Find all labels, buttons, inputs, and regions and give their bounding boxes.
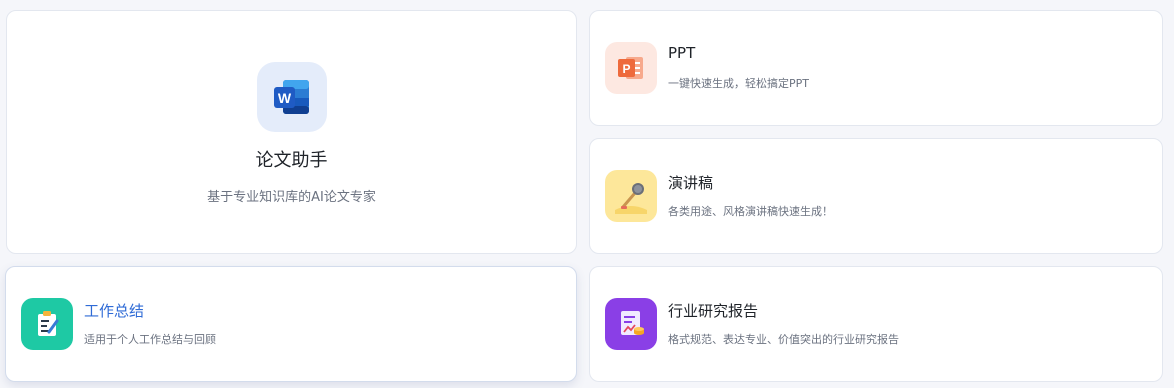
svg-text:W: W bbox=[278, 90, 292, 106]
microphone-icon bbox=[605, 170, 657, 222]
ppt-title: PPT bbox=[668, 44, 696, 62]
speech-description: 各类用途、风格演讲稿快速生成！ bbox=[668, 205, 833, 218]
svg-text:P: P bbox=[622, 62, 630, 76]
report-chart-icon bbox=[605, 298, 657, 350]
word-document-icon: W bbox=[257, 62, 327, 132]
speech-card[interactable]: 演讲稿 各类用途、风格演讲稿快速生成！ bbox=[589, 138, 1163, 254]
industry-research-title: 行业研究报告 bbox=[668, 302, 759, 320]
thesis-assistant-description: 基于专业知识库的AI论文专家 bbox=[207, 190, 376, 205]
industry-research-card[interactable]: 行业研究报告 格式规范、表达专业、价值突出的行业研究报告 bbox=[589, 266, 1163, 382]
speech-title: 演讲稿 bbox=[668, 174, 714, 192]
work-summary-description: 适用于个人工作总结与回顾 bbox=[84, 333, 216, 346]
thesis-assistant-title: 论文助手 bbox=[255, 150, 328, 171]
work-summary-card[interactable]: 工作总结 适用于个人工作总结与回顾 bbox=[5, 266, 577, 382]
ppt-card[interactable]: P PPT 一键快速生成，轻松搞定PPT bbox=[589, 10, 1163, 126]
ppt-description: 一键快速生成，轻松搞定PPT bbox=[668, 77, 809, 90]
work-summary-title: 工作总结 bbox=[84, 302, 145, 320]
clipboard-pen-icon bbox=[21, 298, 73, 350]
industry-research-description: 格式规范、表达专业、价值突出的行业研究报告 bbox=[668, 333, 899, 346]
thesis-assistant-card[interactable]: W 论文助手 基于专业知识库的AI论文专家 bbox=[6, 10, 577, 254]
ppt-icon: P bbox=[605, 42, 657, 94]
